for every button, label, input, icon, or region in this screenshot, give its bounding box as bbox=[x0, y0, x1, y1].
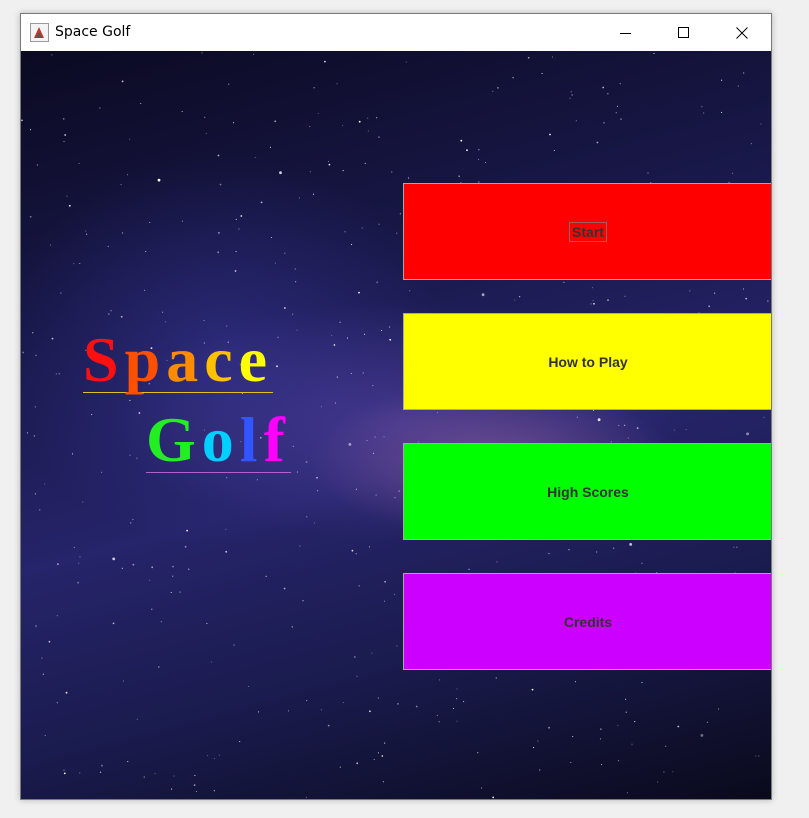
high-scores-button-label: High Scores bbox=[547, 483, 629, 500]
close-button[interactable] bbox=[713, 14, 771, 51]
logo-space-letter: S bbox=[83, 324, 125, 395]
credits-button[interactable]: Credits bbox=[403, 573, 771, 670]
logo-space-letter: e bbox=[238, 324, 273, 395]
high-scores-button[interactable]: High Scores bbox=[403, 443, 771, 540]
window-title: Space Golf bbox=[55, 24, 131, 40]
logo-golf-letter: f bbox=[263, 404, 291, 475]
how-to-play-button[interactable]: How to Play bbox=[403, 313, 771, 410]
logo-space-letter: c bbox=[204, 324, 239, 395]
minimize-icon bbox=[620, 32, 631, 34]
maximize-icon bbox=[678, 26, 689, 38]
title-bar[interactable]: Space Golf bbox=[21, 14, 771, 51]
app-window: Space Golf Space Golf Start How to Play bbox=[20, 13, 772, 800]
start-button[interactable]: Start bbox=[403, 183, 771, 280]
maximize-button[interactable] bbox=[655, 14, 713, 51]
game-canvas: Space Golf Start How to Play High Scores… bbox=[21, 51, 771, 799]
starfield-background bbox=[21, 52, 769, 799]
how-to-play-button-label: How to Play bbox=[548, 353, 628, 370]
minimize-button[interactable] bbox=[597, 14, 655, 51]
logo-golf-letter: o bbox=[201, 404, 240, 475]
logo-golf-letter: l bbox=[239, 404, 264, 475]
logo-space-letter: a bbox=[166, 324, 205, 395]
logo-space: Space bbox=[83, 328, 273, 393]
start-button-label: Start bbox=[569, 221, 607, 242]
java-app-icon bbox=[30, 23, 49, 42]
logo-golf-letter: G bbox=[146, 404, 202, 475]
close-icon bbox=[736, 26, 748, 39]
logo-space-letter: p bbox=[124, 324, 167, 395]
logo-golf: Golf bbox=[146, 408, 291, 473]
credits-button-label: Credits bbox=[563, 613, 613, 630]
